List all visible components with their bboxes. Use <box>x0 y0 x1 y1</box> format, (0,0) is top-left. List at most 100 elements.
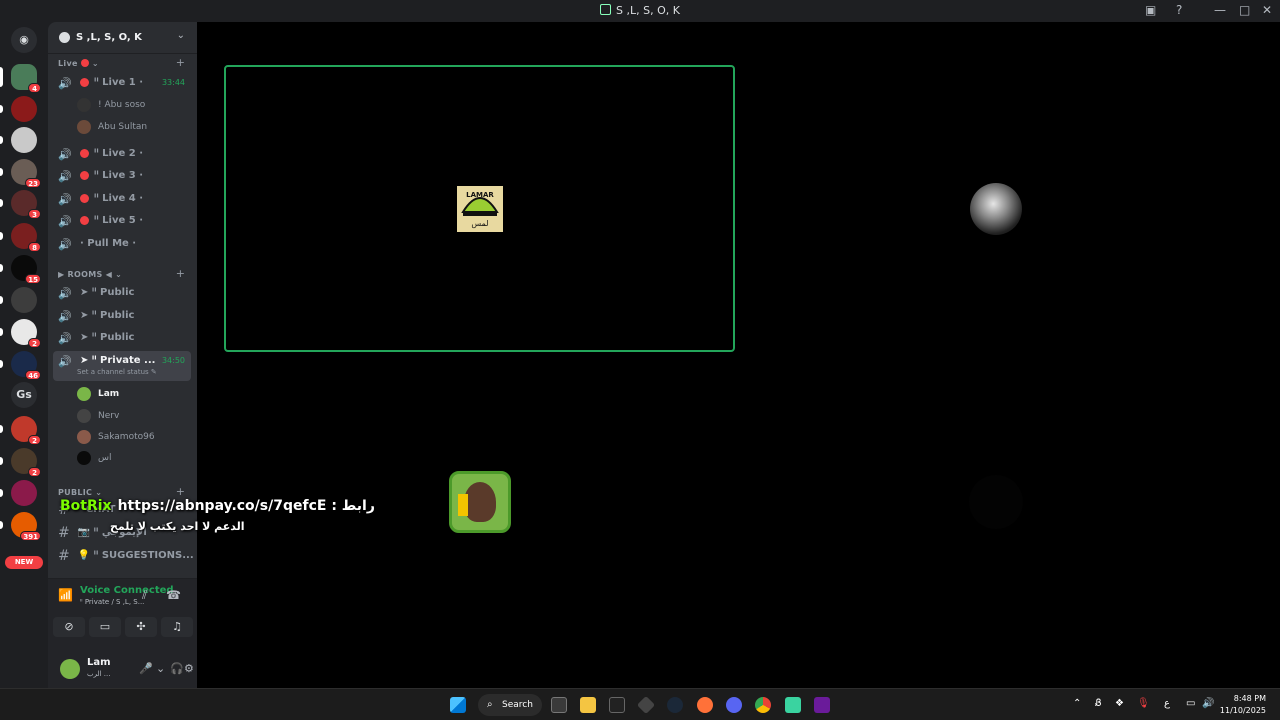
chevron-up-icon[interactable]: ⌃ <box>1073 698 1081 709</box>
add-channel-icon[interactable]: + <box>176 485 185 498</box>
voice-channel-public[interactable]: 🔊 ➤ ᴵᴵ Public <box>53 328 191 348</box>
live-dot-icon <box>80 59 89 67</box>
tray-app-icon[interactable]: ❖ <box>1115 698 1124 709</box>
discord-icon[interactable] <box>726 697 742 713</box>
live-dot-icon <box>80 216 89 225</box>
speaker-icon: 🔊 <box>58 332 72 345</box>
app-icon[interactable] <box>785 697 801 713</box>
channel-status[interactable]: Set a channel status ✎ <box>77 368 157 376</box>
activities-button[interactable]: ✣ <box>125 617 157 637</box>
text-channel-suggestions[interactable]: # 💡 ᴵᴵ SUGGESTIONS... <box>58 548 194 566</box>
new-badge[interactable]: NEW <box>5 556 43 569</box>
avatar <box>77 430 91 444</box>
taskbar-clock[interactable]: 8:48 PM 11/10/2025 <box>1220 693 1266 717</box>
speaker-icon: 🔊 <box>58 238 72 251</box>
avatar <box>77 451 91 465</box>
voice-channel-public[interactable]: 🔊 ➤ ᴵᴵ Public <box>53 306 191 326</box>
soundboard-button[interactable]: ♫ <box>161 617 193 637</box>
lam-logo-avatar: LAMAR لمس <box>456 185 503 232</box>
avatar-flag <box>457 493 468 516</box>
firefox-icon[interactable] <box>697 697 713 713</box>
help-icon[interactable]: ? <box>1176 3 1182 17</box>
steam-icon[interactable] <box>667 697 683 713</box>
volume-icon[interactable]: 🔊 <box>1202 698 1214 709</box>
speaker-icon: 🔊 <box>58 170 72 183</box>
taskbar-search[interactable]: ⌕ Search <box>478 694 542 716</box>
file-explorer-icon[interactable] <box>580 697 596 713</box>
voice-channel-link[interactable]: ᴵᴵ Private / S ,L, S... <box>80 598 144 606</box>
category-public[interactable]: PUBLIC ⌄ <box>58 488 102 497</box>
participant-tile-empty[interactable] <box>740 358 1252 645</box>
maximize-button[interactable]: □ <box>1239 3 1250 17</box>
widgets-icon[interactable] <box>551 697 567 713</box>
voice-channel-live3[interactable]: 🔊 ᴵᴵ Live 3 · <box>53 166 191 186</box>
signal-icon[interactable]: 📶 <box>58 588 73 602</box>
server-icon[interactable]: 2 <box>0 448 41 477</box>
server-icon-gs[interactable]: Gs <box>11 382 37 408</box>
kick-icon[interactable] <box>814 697 830 713</box>
user-name[interactable]: Lam <box>87 657 111 668</box>
category-rooms[interactable]: ▶ ROOMS ◀ ⌄ <box>58 270 122 279</box>
channel-name: ᴵᴵ Live 1 · <box>94 77 143 88</box>
add-channel-icon[interactable]: + <box>176 267 185 280</box>
server-icon[interactable]: 46 <box>0 351 41 380</box>
chrome-icon[interactable] <box>755 697 771 713</box>
network-icon[interactable]: ▭ <box>1186 698 1195 709</box>
server-icon[interactable]: 23 <box>0 159 41 188</box>
guild-header[interactable]: S ,L, S, O, K ⌄ <box>48 22 197 54</box>
server-icon[interactable]: 8 <box>0 223 41 252</box>
server-icon-active[interactable]: 4 <box>0 64 41 93</box>
voice-channel-live5[interactable]: 🔊 ᴵᴵ Live 5 · <box>53 211 191 231</box>
microphone-icon[interactable]: 🎤 <box>139 662 153 675</box>
participant-tile[interactable] <box>740 65 1252 352</box>
server-icon[interactable]: 2 <box>0 416 41 445</box>
unread-badge: 23 <box>25 178 41 188</box>
voice-channel-live4[interactable]: 🔊 ᴵᴵ Live 4 · <box>53 189 191 209</box>
microphone-icon[interactable]: 🎙 <box>1137 698 1150 709</box>
voice-status[interactable]: Voice Connected <box>80 585 174 596</box>
svg-text:LAMAR: LAMAR <box>466 191 494 199</box>
language-indicator[interactable]: ع <box>1164 698 1170 709</box>
epic-games-icon[interactable] <box>609 697 625 713</box>
headphones-icon[interactable]: 🎧 <box>170 662 184 675</box>
add-channel-icon[interactable]: + <box>176 56 185 69</box>
channel-timer: 33:44 <box>161 78 185 87</box>
screen-share-icon[interactable]: ▣ <box>1145 3 1156 17</box>
camera-off-button[interactable]: ⊘ <box>53 617 85 637</box>
server-icon[interactable] <box>0 480 37 506</box>
participant-tile-lam[interactable]: LAMAR لمس <box>224 65 735 352</box>
windows-start-icon[interactable] <box>450 697 466 713</box>
close-button[interactable]: ✕ <box>1262 3 1272 17</box>
server-icon[interactable] <box>0 96 37 122</box>
server-icon[interactable] <box>0 127 37 153</box>
unread-pill <box>0 521 3 529</box>
unread-badge: 2 <box>28 467 41 477</box>
chevron-down-icon[interactable]: ⌄ <box>156 662 165 675</box>
gear-icon[interactable]: ⚙ <box>184 662 194 675</box>
server-icon[interactable]: 15 <box>0 255 41 284</box>
minimize-button[interactable]: — <box>1214 3 1226 17</box>
voice-channel-private[interactable]: 🔊 ➤ ᴵᴵ Private ... 34:50 Set a channel s… <box>53 351 191 381</box>
unread-pill <box>0 168 3 176</box>
avatar <box>448 470 511 533</box>
voice-channel-pull-me[interactable]: 🔊 · Pull Me · <box>53 234 191 254</box>
screen-share-button[interactable]: ▭ <box>89 617 121 637</box>
tray-app-icon[interactable]: Ᏸ <box>1095 698 1102 709</box>
voice-channel-live1[interactable]: 🔊 ᴵᴵ Live 1 · 33:44 <box>53 73 191 93</box>
server-icon[interactable]: 2 <box>0 319 41 348</box>
unread-pill <box>0 105 3 113</box>
unity-icon[interactable] <box>636 695 656 715</box>
server-icon[interactable]: 391 <box>0 512 41 541</box>
disconnect-icon[interactable]: ☎ <box>166 588 181 602</box>
category-live[interactable]: Live ⌄ <box>58 59 99 68</box>
avatar[interactable] <box>60 659 80 679</box>
noise-suppression-icon[interactable]: ⫽ <box>142 588 147 603</box>
speaker-icon: 🔊 <box>58 310 72 323</box>
server-icon[interactable] <box>0 287 37 313</box>
chevron-down-icon[interactable]: ⌄ <box>177 30 185 41</box>
discord-home-icon[interactable]: ◉ <box>11 27 37 53</box>
voice-channel-public[interactable]: 🔊 ➤ ᴵᴵ Public <box>53 283 191 303</box>
voice-channel-live2[interactable]: 🔊 ᴵᴵ Live 2 · <box>53 144 191 164</box>
unread-pill <box>0 232 3 240</box>
server-icon[interactable]: 3 <box>0 190 41 219</box>
